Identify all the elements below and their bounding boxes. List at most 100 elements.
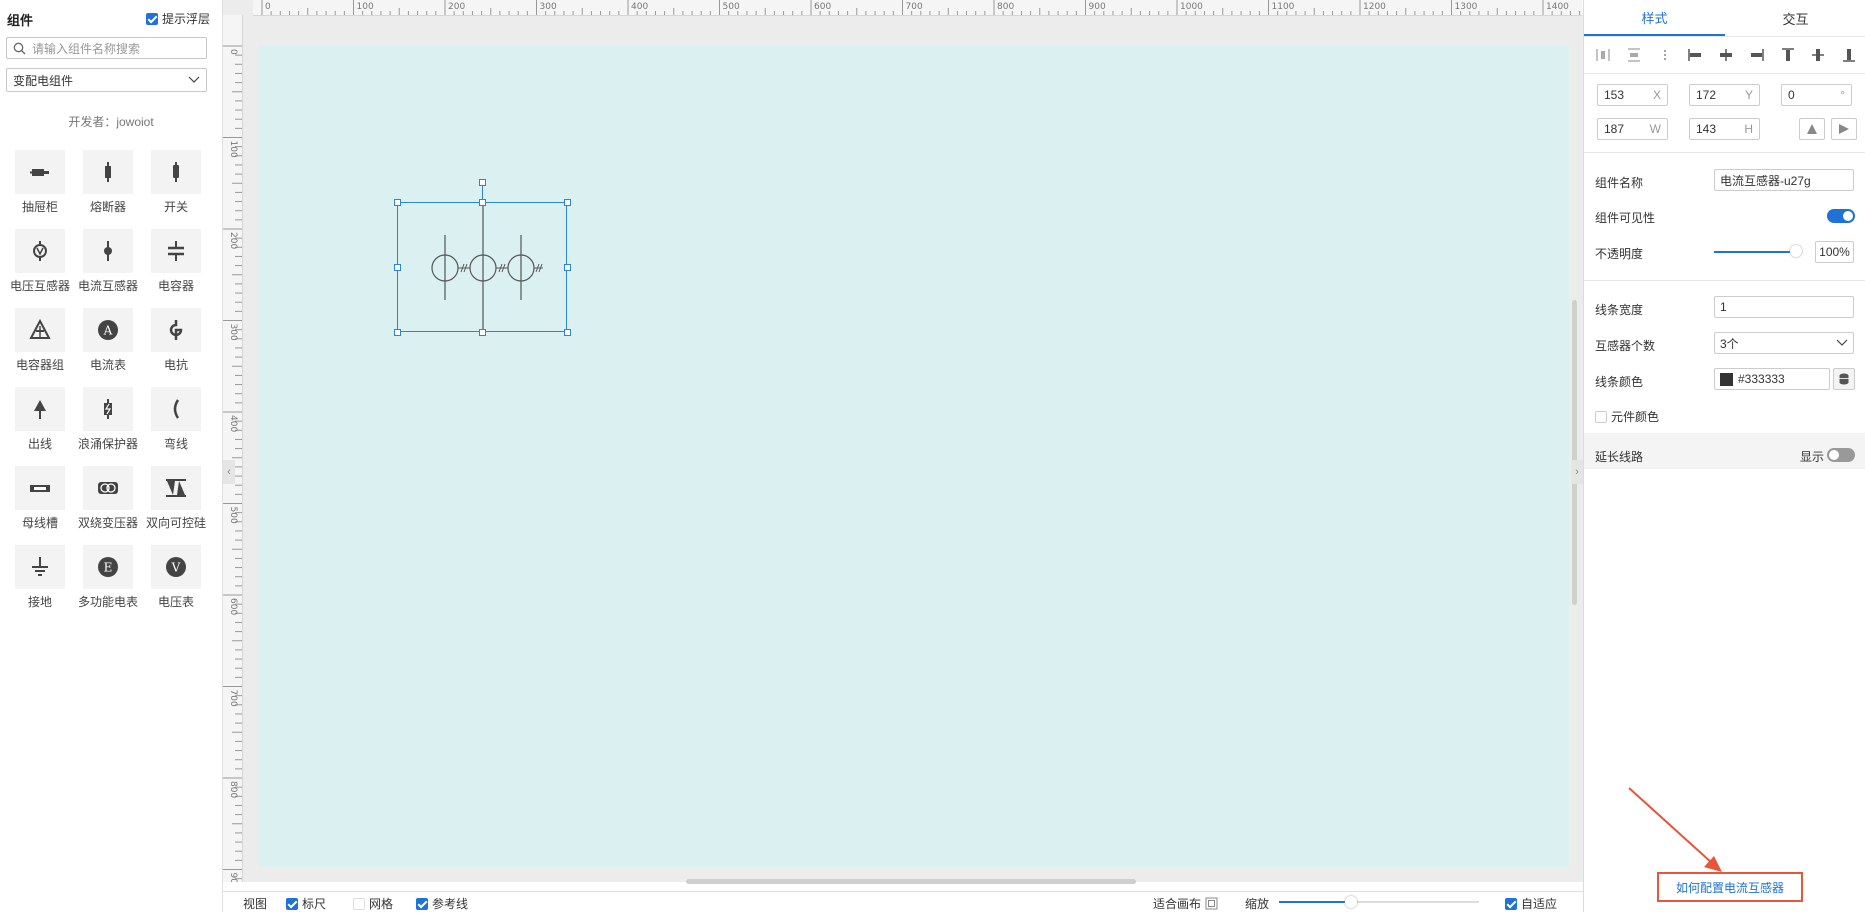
guides-toggle[interactable]: 参考线 [416, 895, 468, 912]
distribute-vertical-button[interactable] [1623, 44, 1645, 66]
width-input[interactable]: 187 W [1597, 118, 1668, 140]
height-input[interactable]: 143 H [1689, 118, 1760, 140]
left-ruler[interactable]: 0 100 200 300 400 500 600 700 800 900 [223, 15, 243, 890]
chevron-down-icon [188, 76, 200, 83]
transformer-count-select[interactable]: 3个 [1714, 332, 1854, 354]
component-item[interactable]: E 多功能电表 [74, 545, 142, 610]
grid-toggle[interactable]: 网格 [353, 895, 393, 912]
developer-label: 开发者：jowoiot [68, 115, 154, 129]
adaptive-checkbox[interactable] [1505, 897, 1517, 910]
resize-handle[interactable] [394, 264, 401, 271]
visibility-toggle[interactable] [1827, 209, 1855, 223]
align-right-button[interactable] [1746, 44, 1768, 66]
component-item[interactable]: 母线槽 [6, 466, 74, 531]
rotation-unit: ° [1840, 88, 1845, 102]
collapse-left-panel-button[interactable]: ‹ [223, 460, 235, 484]
adaptive-toggle[interactable]: 自适应 [1505, 895, 1557, 912]
more-options-button[interactable] [1654, 44, 1676, 66]
tab-style[interactable]: 样式 [1584, 0, 1725, 36]
component-item[interactable]: 电容器组 [6, 308, 74, 373]
align-left-button[interactable] [1684, 44, 1706, 66]
ruler-checkbox[interactable] [286, 897, 298, 910]
component-label: 电容器 [157, 279, 194, 293]
line-color-input[interactable]: #333333 [1714, 368, 1830, 390]
flip-vertical-button[interactable] [1799, 118, 1825, 140]
component-item[interactable]: 双绕变压器 [74, 466, 142, 531]
opacity-input[interactable]: 100% [1815, 241, 1854, 263]
component-item[interactable]: 电抗 [142, 308, 210, 373]
align-left-icon [1688, 49, 1702, 61]
component-label: 电抗 [163, 358, 188, 372]
voltmeter-icon: V [166, 557, 186, 577]
flip-horizontal-button[interactable] [1831, 118, 1857, 140]
align-middle-vertical-button[interactable] [1807, 44, 1829, 66]
resize-handle[interactable] [479, 329, 486, 336]
color-variable-button[interactable] [1833, 368, 1855, 390]
rotation-input[interactable]: 0 ° [1781, 84, 1852, 106]
y-input[interactable]: 172 Y [1689, 84, 1760, 106]
component-item[interactable]: 接地 [6, 545, 74, 610]
component-item[interactable]: 电容器 [142, 229, 210, 294]
component-item[interactable]: 出线 [6, 387, 74, 452]
distribute-horizontal-button[interactable] [1592, 44, 1614, 66]
flip-vertical-icon [1807, 124, 1817, 134]
zoom-slider-thumb[interactable] [1345, 896, 1357, 908]
component-name-input[interactable]: 电流互感器-u27g [1714, 169, 1854, 191]
opacity-slider-thumb[interactable] [1790, 245, 1802, 257]
line-width-input[interactable]: 1 [1714, 296, 1854, 318]
component-item[interactable]: A 电流表 [74, 308, 142, 373]
ruler-toggle[interactable]: 标尺 [286, 895, 326, 912]
x-input[interactable]: 153 X [1597, 84, 1668, 106]
grid-checkbox[interactable] [353, 897, 365, 910]
align-top-button[interactable] [1777, 44, 1799, 66]
component-item[interactable]: V 电压表 [142, 545, 210, 610]
element-color-checkbox[interactable] [1595, 410, 1607, 423]
component-item[interactable]: 抽屉柜 [6, 150, 74, 215]
float-tooltip-checkbox[interactable] [145, 12, 158, 25]
component-item[interactable]: 电流互感器 [74, 229, 142, 294]
component-item[interactable]: 电压互感器 [6, 229, 74, 294]
resize-handle[interactable] [394, 199, 401, 206]
resize-handle[interactable] [564, 199, 571, 206]
selected-current-transformer[interactable] [394, 179, 571, 336]
zoom-slider[interactable] [1279, 896, 1479, 908]
visibility-label: 组件可见性 [1595, 211, 1656, 225]
element-color-toggle[interactable]: 元件颜色 [1595, 408, 1659, 425]
category-select[interactable]: 变配电组件 [6, 68, 207, 92]
vertical-scrollbar[interactable] [1572, 300, 1577, 605]
fit-canvas-button[interactable]: 适合画布 [1153, 895, 1218, 912]
component-item[interactable]: 弯线 [142, 387, 210, 452]
align-bottom-button[interactable] [1838, 44, 1860, 66]
component-search-input[interactable]: 请输入组件名称搜索 [6, 37, 207, 59]
guides-checkbox[interactable] [416, 897, 428, 910]
design-canvas[interactable] [259, 45, 1569, 867]
line-color-swatch[interactable] [1720, 372, 1733, 386]
collapse-right-panel-button[interactable]: › [1571, 460, 1583, 484]
component-item[interactable]: 双向可控硅 [142, 466, 210, 531]
rotation-value: 0 [1788, 88, 1795, 102]
show-toggle[interactable] [1827, 448, 1855, 462]
top-ruler[interactable]: 0 100 200 300 400 500 600 700 800 900 1000 1100 1200… [253, 0, 1582, 16]
line-width-label: 线条宽度 [1595, 303, 1644, 317]
float-tooltip-toggle[interactable]: 提示浮层 [145, 10, 210, 27]
component-label: 电容器组 [15, 358, 64, 372]
resize-handle[interactable] [564, 329, 571, 336]
how-to-configure-link[interactable]: 如何配置电流互感器 [1657, 872, 1803, 902]
resize-handle[interactable] [479, 199, 486, 206]
opacity-slider[interactable] [1714, 251, 1794, 253]
align-center-horizontal-button[interactable] [1715, 44, 1737, 66]
align-right-icon [1750, 49, 1764, 61]
ruler-label: 200 [448, 2, 465, 12]
component-label: 电压表 [157, 595, 194, 609]
component-item[interactable]: 熔断器 [74, 150, 142, 215]
component-item[interactable]: 浪涌保护器 [74, 387, 142, 452]
horizontal-scrollbar[interactable] [686, 879, 1136, 884]
resize-handle[interactable] [564, 264, 571, 271]
component-item[interactable]: 开关 [142, 150, 210, 215]
tab-interaction[interactable]: 交互 [1725, 0, 1865, 36]
fit-screen-icon [1205, 897, 1218, 910]
extend-line-label: 延长线路 [1595, 450, 1644, 464]
resize-handle[interactable] [394, 329, 401, 336]
drawer-cabinet-icon [30, 169, 49, 176]
rotate-handle[interactable] [479, 179, 486, 186]
